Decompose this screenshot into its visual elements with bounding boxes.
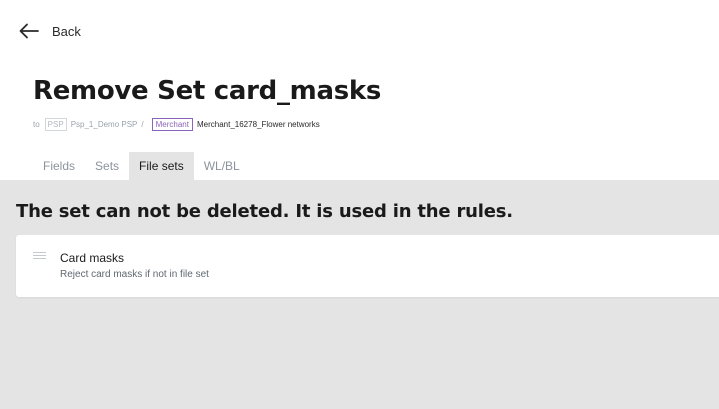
back-label: Back <box>52 23 81 39</box>
rule-name: Card masks <box>60 251 125 265</box>
breadcrumb-to: to <box>33 119 40 129</box>
drag-handle-icon <box>33 252 47 260</box>
tab-fields[interactable]: Fields <box>33 152 85 180</box>
rule-description: Reject card masks if not in file set <box>60 269 209 280</box>
breadcrumb-psp-link[interactable]: Psp_1_Demo PSP <box>71 120 138 129</box>
tab-wl-bl[interactable]: WL/BL <box>194 152 250 180</box>
rule-card[interactable]: Card masks Reject card masks if not in f… <box>16 235 719 297</box>
back-button[interactable]: Back <box>19 20 81 42</box>
breadcrumb: to PSP Psp_1_Demo PSP / Merchant Merchan… <box>33 117 320 131</box>
page-title: Remove Set card_masks <box>33 76 382 106</box>
tab-file-sets[interactable]: File sets <box>129 152 194 180</box>
page-header: Back Remove Set card_masks to PSP Psp_1_… <box>0 0 719 180</box>
tab-sets[interactable]: Sets <box>85 152 129 180</box>
main-content: The set can not be deleted. It is used i… <box>0 180 719 409</box>
arrow-left-icon <box>19 23 39 39</box>
merchant-badge: Merchant <box>151 117 193 131</box>
breadcrumb-separator: / <box>141 119 144 129</box>
tab-bar: Fields Sets File sets WL/BL <box>33 152 250 180</box>
breadcrumb-merchant-link[interactable]: Merchant_16278_Flower networks <box>197 120 320 129</box>
psp-badge: PSP <box>44 117 67 131</box>
warning-message: The set can not be deleted. It is used i… <box>16 201 513 222</box>
